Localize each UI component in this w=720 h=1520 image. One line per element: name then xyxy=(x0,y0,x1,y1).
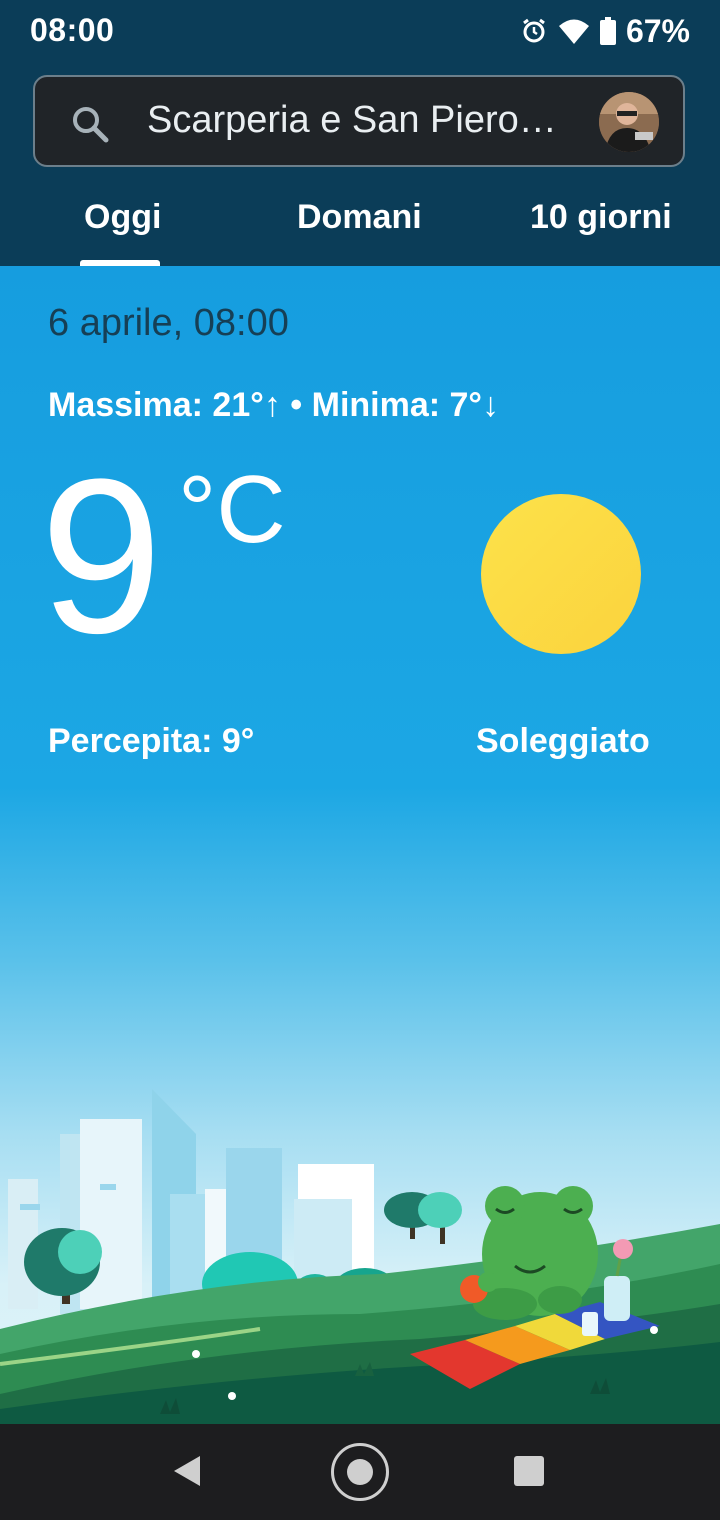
weather-panel: 6 aprile, 08:00 Massima: 21°↑ • Minima: … xyxy=(0,266,720,1424)
app-header: Scarperia e San Piero… Oggi Domani 10 gi… xyxy=(0,62,720,266)
max-min-temperature: Massima: 21°↑ • Minima: 7°↓ xyxy=(48,386,500,424)
landscape-illustration xyxy=(0,1089,720,1424)
sun-icon xyxy=(481,494,641,654)
tab-10-giorni[interactable]: 10 giorni xyxy=(530,198,672,237)
home-icon xyxy=(347,1459,373,1485)
date-time: 6 aprile, 08:00 xyxy=(48,302,289,344)
alarm-icon xyxy=(523,18,545,43)
location-name[interactable]: Scarperia e San Piero… xyxy=(147,99,557,142)
back-icon[interactable] xyxy=(170,1454,204,1488)
battery-percent: 67% xyxy=(625,12,690,49)
feels-like: Percepita: 9° xyxy=(48,722,255,760)
search-icon[interactable] xyxy=(71,105,109,143)
avatar[interactable] xyxy=(599,92,659,152)
status-time: 08:00 xyxy=(30,12,115,48)
frog-mascot xyxy=(460,1186,598,1320)
home-button[interactable] xyxy=(331,1443,389,1501)
system-nav-bar xyxy=(0,1424,720,1520)
wifi-icon xyxy=(558,19,589,44)
tree-right xyxy=(384,1192,462,1244)
weather-condition: Soleggiato xyxy=(476,722,650,760)
forecast-tabs: Oggi Domani 10 giorni xyxy=(0,180,720,266)
tab-domani[interactable]: Domani xyxy=(297,198,422,237)
status-icons: 67% xyxy=(520,12,690,50)
current-temperature: 9 xyxy=(40,433,163,679)
recents-icon[interactable] xyxy=(514,1456,544,1486)
tab-oggi[interactable]: Oggi xyxy=(84,198,161,237)
location-search-bar[interactable]: Scarperia e San Piero… xyxy=(33,75,685,167)
avatar-image xyxy=(599,92,659,152)
temperature-unit: °C xyxy=(178,456,286,563)
status-bar: 08:00 67% xyxy=(0,0,720,62)
battery-icon xyxy=(599,17,616,45)
